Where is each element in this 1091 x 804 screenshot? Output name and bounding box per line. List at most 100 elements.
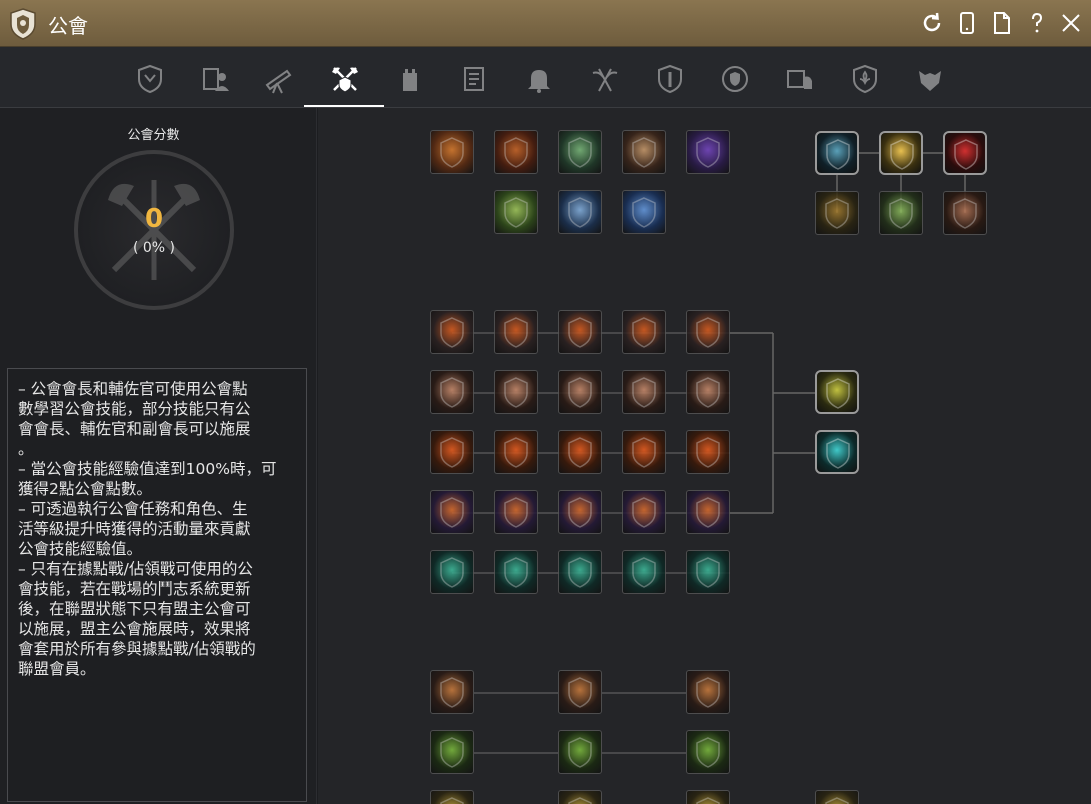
description-line: – 只有在據點戰/佔領戰可使用的公 bbox=[18, 560, 253, 578]
crossed-axes-icon bbox=[332, 67, 358, 93]
tab-castle[interactable] bbox=[390, 59, 430, 99]
tab-skills[interactable] bbox=[325, 59, 365, 99]
green-leaf-skill[interactable] bbox=[686, 730, 730, 774]
blue-guardian-skill[interactable] bbox=[558, 190, 602, 234]
green-leaf-skill[interactable] bbox=[430, 730, 474, 774]
lantern-skill[interactable] bbox=[558, 670, 602, 714]
description-line: – 可透過執行公會任務和角色、生 bbox=[18, 500, 248, 518]
spiral-hand-skill[interactable] bbox=[686, 490, 730, 534]
beast-head-skill[interactable] bbox=[943, 191, 987, 235]
tab-guild-info[interactable] bbox=[130, 59, 170, 99]
description-line: 。 bbox=[18, 440, 34, 458]
sword-skill[interactable] bbox=[558, 370, 602, 414]
guild-score-panel: 公會分數 0 ( 0% ) – 公會會長和輔佐官可使用公會點 數學習公會技能，部… bbox=[0, 108, 317, 804]
fire-skill[interactable] bbox=[558, 430, 602, 474]
fire-skill[interactable] bbox=[686, 430, 730, 474]
tab-bar bbox=[0, 47, 1091, 108]
wind-claw-skill[interactable] bbox=[494, 550, 538, 594]
green-leaf-skill[interactable] bbox=[558, 730, 602, 774]
gold-misc-skill[interactable] bbox=[558, 790, 602, 804]
crossed-swords-skill[interactable] bbox=[622, 130, 666, 174]
description-line: – 公會會長和輔佐官可使用公會點 bbox=[18, 380, 248, 398]
shield-helm-skill[interactable] bbox=[686, 310, 730, 354]
olive-helm-skill[interactable] bbox=[815, 370, 859, 414]
gold-flower-skill[interactable] bbox=[879, 131, 923, 175]
gold-misc-skill[interactable] bbox=[686, 790, 730, 804]
sword-skill[interactable] bbox=[494, 370, 538, 414]
tab-alliance[interactable] bbox=[715, 59, 755, 99]
skill-tree bbox=[318, 108, 1091, 804]
description-line: 會會長、輔佐官和副會長可以施展 bbox=[18, 420, 251, 438]
description-line: 後，在聯盟狀態下只有盟主公會可 bbox=[18, 600, 251, 618]
telescope-icon bbox=[265, 69, 292, 94]
description-line: – 當公會技能經驗值達到100%時，可 bbox=[18, 460, 277, 478]
close-icon[interactable] bbox=[1057, 9, 1085, 37]
tower-icon bbox=[403, 69, 417, 91]
fire-skill[interactable] bbox=[622, 430, 666, 474]
shield-helm-skill[interactable] bbox=[558, 310, 602, 354]
dark-crown-skill[interactable] bbox=[815, 131, 859, 175]
tab-crest[interactable] bbox=[910, 59, 950, 99]
guild-window: 公會 公會分數 0 (0%) – 公會會長和輔佐官可使用公會點 數學習公會技… bbox=[0, 0, 1091, 804]
claw-slash-skill[interactable] bbox=[494, 190, 538, 234]
score-label: 公會分數 bbox=[127, 128, 180, 143]
tab-records[interactable] bbox=[454, 59, 494, 99]
wind-claw-skill[interactable] bbox=[558, 550, 602, 594]
description-line: 活等級提升時獲得的活動量來貢獻 bbox=[18, 520, 251, 538]
shield-helm-skill[interactable] bbox=[430, 310, 474, 354]
laurel-shield-icon bbox=[722, 66, 748, 92]
description-line: 獲得2點公會點數。 bbox=[18, 480, 152, 498]
mobile-icon[interactable] bbox=[953, 9, 981, 37]
tab-alerts[interactable] bbox=[519, 59, 559, 99]
description-line: 會技能，若在戰場的鬥志系統更新 bbox=[18, 580, 251, 598]
spiral-hand-skill[interactable] bbox=[558, 490, 602, 534]
lantern-skill[interactable] bbox=[430, 670, 474, 714]
sword-skill[interactable] bbox=[430, 370, 474, 414]
gold-misc-skill[interactable] bbox=[430, 790, 474, 804]
spiral-hand-skill[interactable] bbox=[430, 490, 474, 534]
refresh-icon[interactable] bbox=[918, 9, 946, 37]
scroll-person-icon bbox=[203, 68, 229, 91]
help-icon[interactable] bbox=[1023, 9, 1051, 37]
tab-defense[interactable] bbox=[650, 59, 690, 99]
beast-mask-icon bbox=[919, 71, 941, 91]
sword-skill[interactable] bbox=[622, 370, 666, 414]
description-line: 會套用於所有參與據點戰/佔領戰的 bbox=[18, 640, 256, 658]
spiral-hand-skill[interactable] bbox=[494, 490, 538, 534]
gold-misc-skill[interactable] bbox=[815, 790, 859, 804]
sword-skill[interactable] bbox=[686, 370, 730, 414]
parchment-icon bbox=[464, 67, 484, 91]
ice-gauntlet-skill[interactable] bbox=[622, 190, 666, 234]
wind-claw-skill[interactable] bbox=[686, 550, 730, 594]
shield-helm-skill[interactable] bbox=[494, 310, 538, 354]
purple-crystal-skill[interactable] bbox=[686, 130, 730, 174]
fire-shield-skill[interactable] bbox=[430, 130, 474, 174]
teal-helm-skill[interactable] bbox=[815, 430, 859, 474]
wind-claw-skill[interactable] bbox=[430, 550, 474, 594]
red-wings-skill[interactable] bbox=[943, 131, 987, 175]
tab-mail[interactable] bbox=[780, 59, 820, 99]
tab-members[interactable] bbox=[195, 59, 235, 99]
description-line: 以施展，盟主公會施展時，效果將 bbox=[18, 620, 251, 638]
description-line: 數學習公會技能，部分技能只有公 bbox=[18, 400, 251, 418]
bell-icon bbox=[528, 70, 550, 93]
warrior-buff-skill[interactable] bbox=[558, 130, 602, 174]
bronze-crown-skill[interactable] bbox=[815, 191, 859, 235]
description-line: 聯盟會員。 bbox=[18, 660, 96, 678]
document-icon[interactable] bbox=[988, 9, 1016, 37]
flame-armor-skill[interactable] bbox=[494, 130, 538, 174]
winged-axes-icon bbox=[592, 68, 618, 92]
lantern-skill[interactable] bbox=[686, 670, 730, 714]
letter-helmet-icon bbox=[787, 70, 812, 89]
shield-helm-skill[interactable] bbox=[622, 310, 666, 354]
clover-skill[interactable] bbox=[879, 191, 923, 235]
tab-war[interactable] bbox=[585, 59, 625, 99]
fire-skill[interactable] bbox=[430, 430, 474, 474]
tab-emblem[interactable] bbox=[845, 59, 885, 99]
tab-quests[interactable] bbox=[259, 59, 299, 99]
wind-claw-skill[interactable] bbox=[622, 550, 666, 594]
score-value: 0 bbox=[144, 204, 164, 234]
spiral-hand-skill[interactable] bbox=[622, 490, 666, 534]
score-percent: ( 0% ) bbox=[132, 240, 176, 256]
fire-skill[interactable] bbox=[494, 430, 538, 474]
